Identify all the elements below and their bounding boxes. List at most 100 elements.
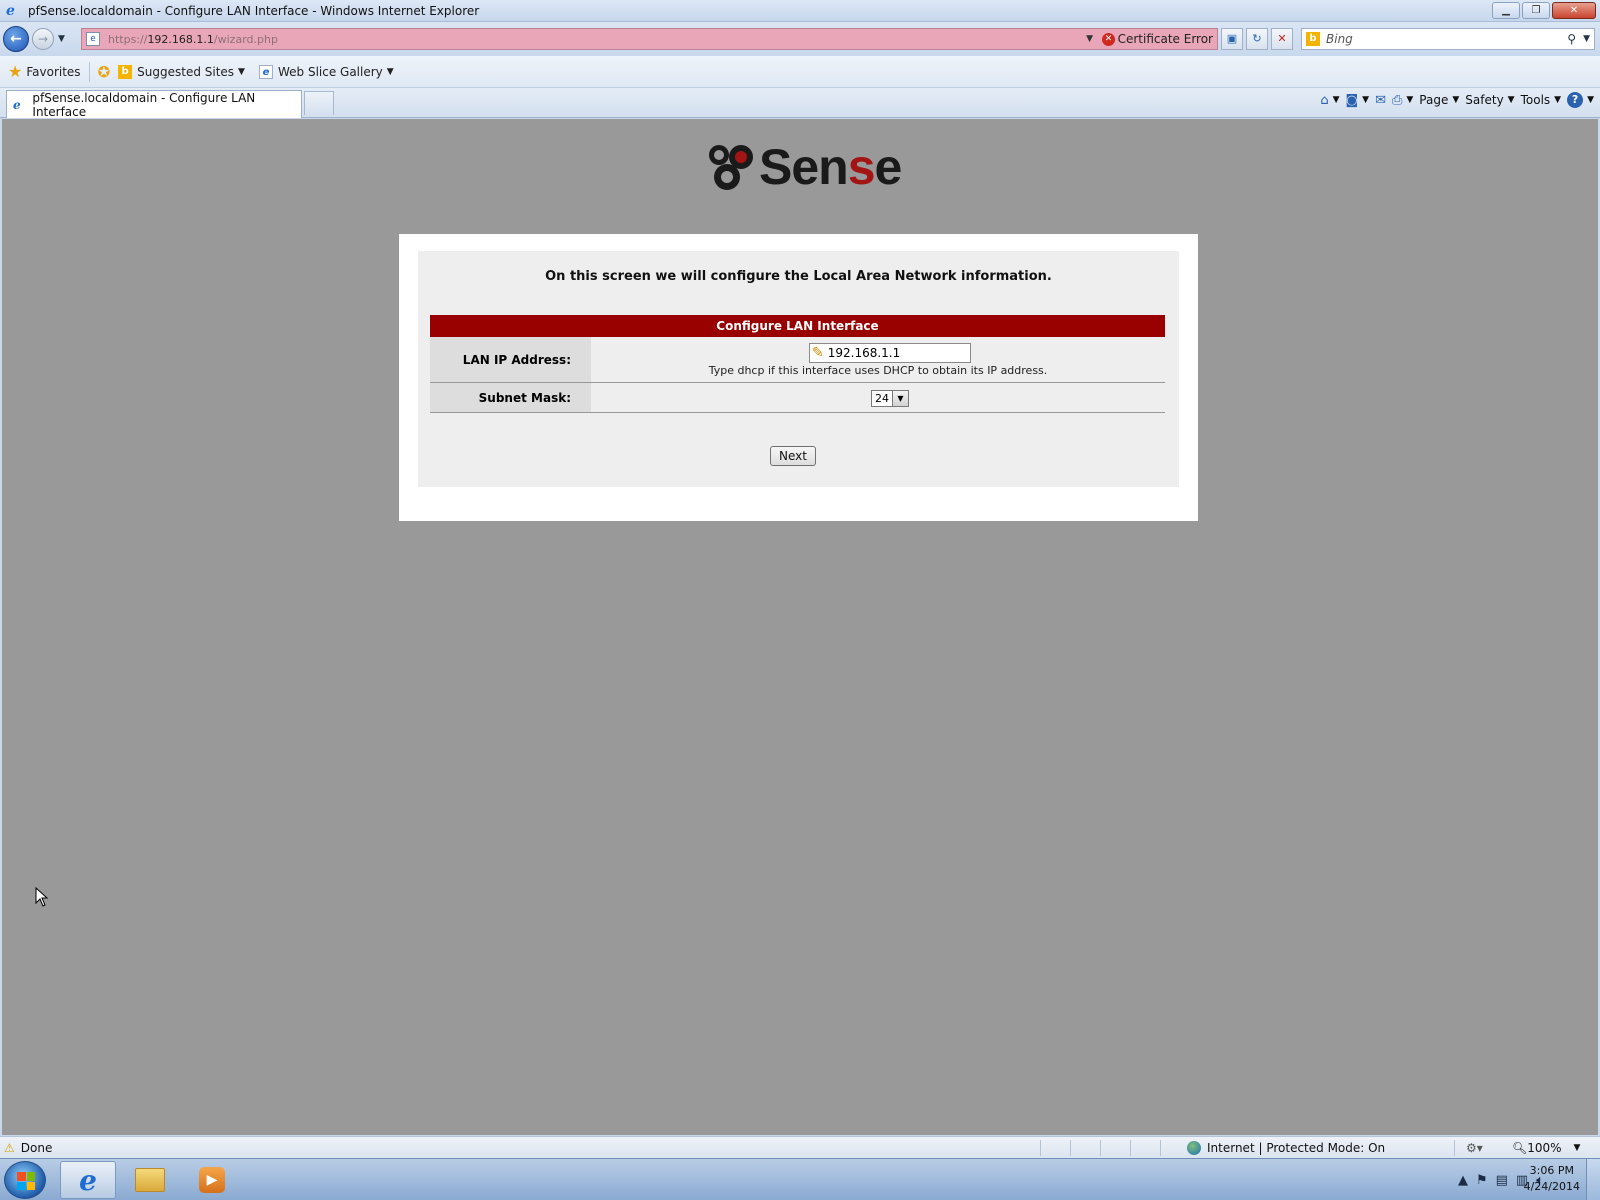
add-to-favorites-icon[interactable]: ✪ [98, 63, 111, 81]
mouse-cursor-icon [35, 887, 49, 907]
wizard-panel: On this screen we will configure the Loc… [418, 251, 1179, 487]
status-divider [1100, 1140, 1101, 1156]
url-path: /wizard.php [213, 32, 278, 46]
print-button[interactable]: ⎙ ▼ [1392, 93, 1413, 108]
zoom-control[interactable]: 🔍︎ 100% ▼ [1512, 1141, 1580, 1155]
page-menu-label: Page [1419, 93, 1449, 107]
home-button[interactable]: ⌂ ▼ [1320, 93, 1339, 108]
help-menu[interactable]: ? ▼ [1567, 92, 1594, 108]
zone-label: Internet | Protected Mode: On [1207, 1140, 1386, 1155]
pencil-icon: ✎ [812, 345, 824, 361]
tab-pfsense[interactable]: e pfSense.localdomain - Configure LAN In… [6, 90, 302, 119]
status-bar: ⚠ Done Internet | Protected Mode: On ⚙▾ … [0, 1136, 1600, 1158]
search-options-dropdown[interactable]: ▼ [1583, 34, 1590, 44]
address-bar[interactable]: e https:// 192.168.1.1 /wizard.php ▼ ✕ C… [81, 28, 1218, 50]
system-clock[interactable]: 3:06 PM 4/24/2014 [1524, 1163, 1580, 1195]
wizard-intro-text: On this screen we will configure the Loc… [545, 269, 1052, 284]
lan-ip-label: LAN IP Address: [430, 337, 591, 382]
show-hidden-icons-icon[interactable]: ▲ [1458, 1173, 1468, 1188]
rss-icon: ◙ [1345, 92, 1359, 108]
folder-icon [135, 1168, 165, 1192]
warning-icon: ⚠ [4, 1140, 15, 1155]
command-bar: ⌂ ▼ ◙ ▼ ✉ ⎙ ▼ Page ▼ Safety ▼ Tools ▼ ? ▼ [1320, 92, 1594, 108]
chevron-down-icon: ▼ [1554, 95, 1562, 105]
media-player-icon: ▶ [199, 1167, 225, 1193]
back-button[interactable]: ← [3, 26, 29, 52]
subnet-mask-select[interactable]: 24 ▼ [871, 390, 909, 407]
favorite-suggested-sites[interactable]: b Suggested Sites ▼ [118, 64, 245, 79]
chevron-down-icon: ▼ [1332, 95, 1340, 105]
help-icon: ? [1567, 92, 1584, 108]
magnifier-icon: 🔍︎ [1512, 1140, 1528, 1155]
next-button[interactable]: Next [770, 446, 816, 466]
favorites-bar: ★ Favorites ✪ b Suggested Sites ▼ e Web … [0, 56, 1600, 88]
recent-pages-dropdown[interactable]: ▼ [58, 34, 65, 44]
search-box[interactable]: b Bing ⚲ ▼ [1301, 28, 1595, 50]
stop-icon[interactable]: ✕ [1271, 28, 1293, 50]
ie-icon: e [258, 64, 273, 79]
new-tab-button[interactable] [304, 91, 334, 115]
compatibility-view-icon[interactable]: ▣ [1221, 28, 1243, 50]
logo-text: Sense [759, 139, 902, 195]
chevron-down-icon: ▼ [1507, 95, 1515, 105]
page-icon: e [86, 32, 100, 46]
favorites-button[interactable]: Favorites [26, 65, 80, 79]
feeds-button[interactable]: ◙ ▼ [1346, 93, 1370, 108]
windows-taskbar: e ▶ ▲ ⚑ ▤ ▥ 🔈︎ 3:06 PM 4/24/2014 [0, 1158, 1600, 1200]
safely-remove-hardware-icon[interactable]: ▤ [1496, 1173, 1508, 1188]
lan-ip-input[interactable]: ✎ 192.168.1.1 [809, 343, 971, 363]
chevron-down-icon[interactable]: ▼ [892, 391, 908, 406]
page-menu[interactable]: Page ▼ [1419, 93, 1459, 107]
certificate-error-icon[interactable]: ✕ [1102, 32, 1115, 46]
chevron-down-icon: ▼ [386, 66, 394, 77]
taskbar-windows-explorer[interactable] [122, 1161, 178, 1199]
zoom-level: 100% [1527, 1140, 1562, 1155]
url-scheme: https:// [108, 32, 148, 46]
certificate-error-label[interactable]: Certificate Error [1118, 32, 1213, 46]
subnet-mask-value: 24 [875, 392, 889, 405]
chevron-down-icon: ▼ [238, 66, 245, 77]
refresh-icon[interactable]: ↻ [1246, 28, 1268, 50]
search-icon[interactable]: ⚲ [1567, 32, 1576, 46]
pfsense-gear-icon [709, 145, 753, 190]
taskbar-internet-explorer[interactable]: e [60, 1161, 116, 1199]
security-zone[interactable]: Internet | Protected Mode: On [1187, 1140, 1386, 1155]
forward-button[interactable]: → [32, 28, 54, 50]
chevron-down-icon: ▼ [1362, 95, 1370, 105]
taskbar-media-player[interactable]: ▶ [184, 1161, 240, 1199]
lan-ip-value: 192.168.1.1 [827, 346, 901, 360]
form-section-title: Configure LAN Interface [430, 315, 1165, 337]
status-divider [1130, 1140, 1131, 1156]
wizard-card: On this screen we will configure the Loc… [399, 234, 1198, 521]
favorites-separator [88, 61, 90, 82]
safety-menu[interactable]: Safety ▼ [1465, 93, 1514, 107]
ie-icon: e [79, 1163, 97, 1197]
window-controls: ▁ ❐ ✕ [1492, 2, 1596, 19]
favorite-web-slice-gallery[interactable]: e Web Slice Gallery ▼ [258, 64, 394, 79]
windows-logo-icon [17, 1172, 35, 1190]
clock-date: 4/24/2014 [1523, 1180, 1580, 1193]
search-placeholder: Bing [1326, 32, 1353, 46]
home-icon: ⌂ [1320, 92, 1329, 108]
url-host: 192.168.1.1 [147, 32, 214, 46]
favorite-label: Suggested Sites [137, 64, 235, 79]
address-dropdown-icon[interactable]: ▼ [1086, 34, 1093, 44]
read-mail-button[interactable]: ✉ [1375, 93, 1386, 108]
favorite-label: Web Slice Gallery [277, 64, 383, 79]
protected-mode-icon[interactable]: ⚙▾ [1466, 1141, 1483, 1155]
minimize-button[interactable]: ▁ [1492, 2, 1520, 19]
restore-button[interactable]: ❐ [1522, 2, 1550, 19]
status-divider [1040, 1140, 1041, 1156]
clock-time: 3:06 PM [1529, 1164, 1574, 1177]
window-title-bar: e pfSense.localdomain - Configure LAN In… [0, 0, 1600, 22]
status-divider [1070, 1140, 1071, 1156]
subnet-mask-cell: 24 ▼ [591, 383, 1165, 412]
show-desktop-button[interactable] [1586, 1159, 1600, 1200]
tools-menu[interactable]: Tools ▼ [1521, 93, 1561, 107]
window-title: pfSense.localdomain - Configure LAN Inte… [28, 3, 480, 18]
close-button[interactable]: ✕ [1552, 2, 1596, 19]
start-button[interactable] [4, 1161, 46, 1199]
tab-label: pfSense.localdomain - Configure LAN Inte… [32, 90, 256, 119]
lan-ip-cell: ✎ 192.168.1.1 Type dhcp if this interfac… [591, 337, 1165, 382]
action-center-flag-icon[interactable]: ⚑ [1476, 1173, 1488, 1188]
